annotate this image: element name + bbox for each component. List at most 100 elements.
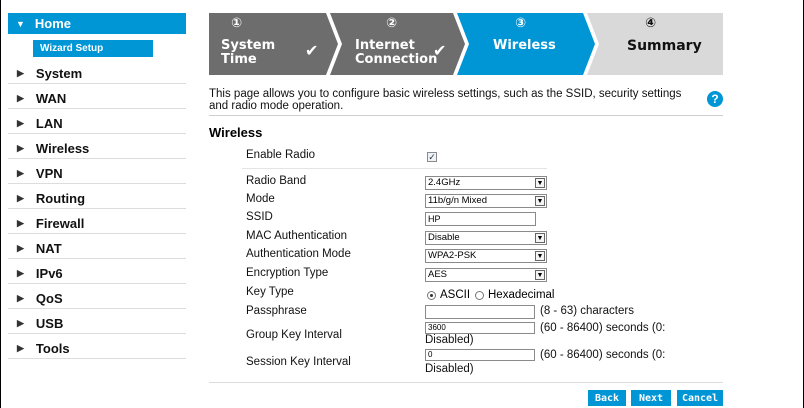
chevron-right-icon: ▶ [17, 92, 24, 103]
select-value: AES [428, 269, 448, 280]
radio-band-label: Radio Band [246, 175, 307, 187]
sidebar-item-label: Firewall [35, 215, 85, 231]
passphrase-label: Passphrase [246, 305, 307, 317]
group-key-interval-input[interactable]: 3600 [425, 322, 535, 334]
radio-dot [475, 290, 484, 300]
radio-band-select[interactable]: 2.4GHz ▼ [425, 176, 547, 190]
sidebar-item-wireless[interactable]: ▶ Wireless [8, 138, 186, 159]
sidebar-item-label: Tools [35, 340, 70, 356]
section-title: Wireless [209, 125, 263, 140]
divider [209, 115, 723, 116]
session-key-interval-input[interactable]: 0 [425, 349, 535, 361]
step-label-line1: Internet [355, 38, 415, 53]
ssid-input[interactable]: HP [425, 212, 536, 226]
sidebar-item-routing[interactable]: ▶ Routing [8, 188, 186, 209]
step-label: Internet Connection [355, 39, 437, 67]
next-button[interactable]: Next [631, 390, 671, 406]
step-label: Summary [627, 38, 702, 54]
sidebar-item-label: System [35, 65, 83, 81]
chevron-down-icon: ▼ [535, 178, 545, 188]
sidebar-item-usb[interactable]: ▶ USB [8, 313, 186, 334]
select-value: 11b/g/n Mixed [428, 195, 487, 206]
chevron-right-icon: ▶ [17, 267, 24, 278]
chevron-down-icon: ▼ [535, 251, 545, 261]
sidebar-item-tools[interactable]: ▶ Tools [8, 338, 186, 359]
group-key-interval-hint: (60 - 86400) seconds (0: [540, 322, 666, 334]
check-icon: ✔ [433, 41, 447, 60]
session-key-interval-label: Session Key Interval [246, 356, 351, 368]
help-icon[interactable]: ? [707, 91, 723, 107]
passphrase-input[interactable] [425, 305, 535, 319]
page-description: This page allows you to configure basic … [209, 88, 682, 112]
step-number: ④ [645, 16, 657, 31]
select-value: 2.4GHz [428, 177, 461, 188]
radio-label: ASCII [440, 289, 471, 301]
group-key-interval-hint-cont: Disabled) [425, 334, 474, 346]
step-label: Wireless [493, 38, 556, 53]
sidebar-item-vpn[interactable]: ▶ VPN [8, 163, 186, 184]
sidebar-item-wan[interactable]: ▶ WAN [8, 88, 186, 109]
key-type-ascii-radio[interactable]: ASCII [427, 289, 470, 301]
sidebar-item-qos[interactable]: ▶ QoS [8, 288, 186, 309]
enable-radio-label: Enable Radio [246, 149, 316, 161]
step-system-time: ① System Time ✔ [209, 13, 337, 75]
sidebar-item-system[interactable]: ▶ System [8, 63, 186, 84]
encryption-type-label: Encryption Type [246, 267, 329, 279]
mac-auth-select[interactable]: Disable ▼ [425, 231, 547, 245]
divider [209, 382, 723, 383]
encryption-type-select[interactable]: AES ▼ [425, 268, 547, 282]
group-key-interval-label: Group Key Interval [246, 329, 342, 341]
select-value: WPA2-PSK [428, 250, 477, 261]
step-summary: ④ Summary [587, 13, 723, 75]
chevron-down-icon: ▼ [535, 270, 545, 280]
radio-dot [427, 290, 436, 300]
chevron-right-icon: ▶ [17, 317, 24, 328]
key-type-hex-radio[interactable]: Hexadecimal [475, 289, 554, 301]
step-number: ③ [515, 16, 527, 31]
auth-mode-select[interactable]: WPA2-PSK ▼ [425, 249, 547, 263]
chevron-down-icon: ▼ [535, 196, 545, 206]
back-button[interactable]: Back [588, 390, 626, 406]
sidebar-item-label: WAN [35, 90, 67, 106]
step-number: ① [231, 16, 243, 31]
radio-label: Hexadecimal [488, 289, 555, 301]
chevron-right-icon: ▶ [17, 217, 24, 228]
cancel-button[interactable]: Cancel [677, 390, 723, 406]
step-label-line1: System [221, 38, 276, 53]
sidebar-item-label: LAN [35, 115, 63, 131]
sidebar-item-label: USB [35, 315, 64, 331]
step-label-line2: Time [221, 52, 257, 67]
step-internet-connection: ② Internet Connection ✔ [330, 13, 465, 75]
session-key-interval-hint-cont: Disabled) [425, 363, 474, 375]
mode-label: Mode [246, 193, 275, 205]
select-value: Disable [428, 232, 460, 243]
chevron-right-icon: ▶ [17, 292, 24, 303]
chevron-right-icon: ▶ [17, 342, 24, 353]
step-label-line2: Connection [355, 52, 438, 67]
chevron-right-icon: ▶ [17, 67, 24, 78]
step-wireless: ③ Wireless [457, 13, 595, 75]
step-label: System Time [221, 39, 275, 67]
auth-mode-label: Authentication Mode [246, 248, 351, 260]
sidebar-item-nat[interactable]: ▶ NAT [8, 238, 186, 259]
sidebar-item-label: VPN [35, 165, 63, 181]
sidebar-item-firewall[interactable]: ▶ Firewall [8, 213, 186, 234]
check-icon: ✔ [305, 41, 319, 60]
sidebar-item-home[interactable]: ▼ Home [8, 13, 186, 34]
enable-radio-checkbox[interactable]: ✓ [427, 152, 437, 162]
sidebar-item-label: NAT [35, 240, 62, 256]
row-divider [242, 168, 547, 169]
chevron-right-icon: ▶ [17, 142, 24, 153]
mac-auth-label: MAC Authentication [246, 230, 348, 242]
chevron-right-icon: ▶ [17, 242, 24, 253]
chevron-right-icon: ▶ [17, 167, 24, 178]
sidebar-item-lan[interactable]: ▶ LAN [8, 113, 186, 134]
sidebar-item-wizard-setup[interactable]: Wizard Setup [8, 38, 186, 59]
sidebar-item-label: IPv6 [35, 265, 63, 281]
sidebar-item-label: Wireless [35, 140, 90, 156]
chevron-right-icon: ▶ [17, 192, 24, 203]
mode-select[interactable]: 11b/g/n Mixed ▼ [425, 194, 547, 208]
ssid-label: SSID [246, 211, 273, 223]
sidebar-item-ipv6[interactable]: ▶ IPv6 [8, 263, 186, 284]
wizard-steps: ① System Time ✔ ② Internet Connection ✔ … [209, 13, 723, 75]
